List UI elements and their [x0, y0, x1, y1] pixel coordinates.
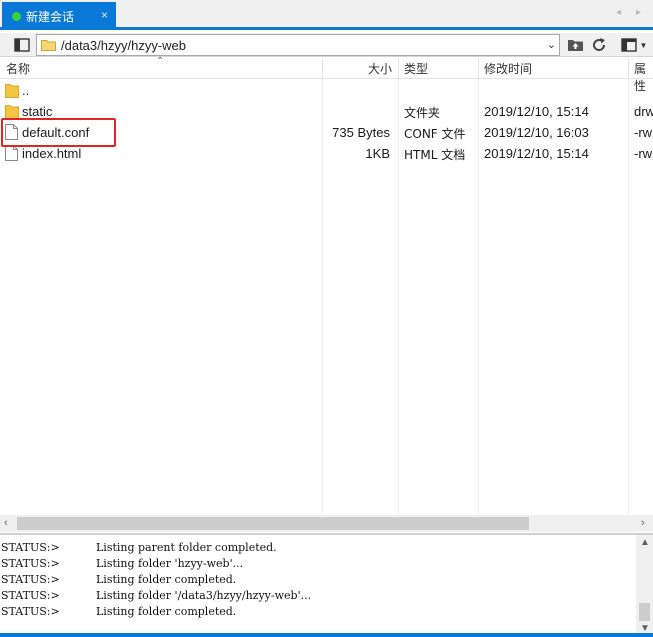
dropdown-arrow-icon: ▼ — [639, 40, 648, 50]
file-list-header: ⌃ 名称 大小 类型 修改时间 属性 — [0, 56, 653, 93]
file-size: 735 Bytes — [332, 125, 390, 140]
column-header-size[interactable]: 大小 — [368, 60, 392, 77]
file-type: HTML 文档 — [404, 148, 466, 162]
folder-icon — [5, 105, 19, 119]
file-type: CONF 文件 — [404, 127, 466, 141]
column-header-name[interactable]: 名称 — [6, 60, 30, 77]
view-mode-button[interactable]: ▼ — [617, 35, 651, 55]
file-modified: 2019/12/10, 15:14 — [484, 146, 589, 161]
current-path: /data3/hzyy/hzyy-web — [61, 37, 187, 53]
log-line: STATUS:> Listing folder completed. — [1, 605, 237, 618]
horizontal-scrollbar[interactable]: ‹ › — [0, 515, 653, 532]
file-row-parent[interactable]: .. — [0, 80, 653, 101]
annotation-highlight-box — [1, 118, 116, 147]
close-tab-icon[interactable]: × — [101, 8, 108, 22]
column-header-modified[interactable]: 修改时间 — [484, 60, 532, 77]
status-log-panel: STATUS:> Listing parent folder completed.… — [0, 533, 653, 637]
folder-up-icon — [567, 40, 583, 51]
sort-ascending-icon: ⌃ — [156, 56, 165, 67]
path-toolbar: /data3/hzyy/hzyy-web ⌄ ▼ — [0, 33, 653, 57]
column-divider[interactable] — [628, 58, 629, 79]
scroll-up-icon[interactable]: ▲ — [640, 537, 650, 548]
connection-status-icon — [12, 11, 21, 21]
file-size: 1KB — [365, 146, 390, 161]
toggle-panel-button[interactable] — [12, 35, 32, 55]
file-attributes: -rw — [634, 125, 653, 140]
file-attributes: drw — [634, 104, 653, 119]
log-line: STATUS:> Listing folder completed. — [1, 573, 237, 586]
log-lines: STATUS:> Listing parent folder completed.… — [0, 541, 636, 621]
tab-scroll-right-icon[interactable]: ▸ — [636, 7, 641, 18]
log-vertical-scrollbar[interactable]: ▲ ▼ — [636, 535, 653, 637]
go-parent-folder-button[interactable] — [565, 35, 585, 55]
column-divider[interactable] — [478, 58, 479, 79]
log-line: STATUS:> Listing folder 'hzyy-web'... — [1, 557, 244, 570]
chevron-down-icon[interactable]: ⌄ — [547, 38, 556, 51]
log-line: STATUS:> Listing folder '/data3/hzyy/hzyy… — [1, 589, 312, 602]
status-bar-accent — [0, 633, 653, 637]
path-input[interactable]: /data3/hzyy/hzyy-web ⌄ — [36, 34, 560, 56]
file-type: 文件夹 — [404, 106, 441, 120]
panel-layout-icon — [14, 38, 30, 52]
file-modified: 2019/12/10, 15:14 — [484, 104, 589, 119]
log-line: STATUS:> Listing parent folder completed. — [1, 541, 277, 554]
file-name: index.html — [22, 146, 82, 161]
scrollbar-thumb[interactable] — [17, 517, 529, 530]
tab-label: 新建会话 — [26, 9, 75, 24]
file-icon — [5, 145, 18, 161]
view-layout-icon — [620, 38, 637, 52]
file-modified: 2019/12/10, 16:03 — [484, 125, 589, 140]
refresh-icon — [593, 38, 606, 51]
folder-icon — [5, 84, 19, 98]
file-attributes: -rw — [634, 146, 653, 161]
file-name: static — [22, 104, 53, 119]
column-header-type[interactable]: 类型 — [404, 60, 428, 77]
scroll-right-icon[interactable]: › — [641, 517, 645, 529]
refresh-button[interactable] — [589, 35, 609, 55]
column-divider[interactable] — [322, 58, 323, 79]
file-name: .. — [22, 83, 30, 98]
tab-scroll-left-icon[interactable]: ◂ — [616, 7, 621, 18]
folder-icon — [41, 40, 56, 51]
tab-bar: 新建会话 × ◂ ▸ — [0, 0, 653, 30]
scroll-left-icon[interactable]: ‹ — [4, 517, 8, 529]
column-divider[interactable] — [398, 58, 399, 79]
tab-new-session[interactable]: 新建会话 × — [2, 2, 116, 30]
log-scrollbar-thumb[interactable] — [639, 603, 650, 621]
